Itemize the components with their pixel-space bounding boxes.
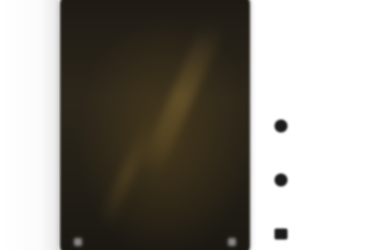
video-player[interactable] (60, 0, 250, 250)
like-button[interactable] (268, 118, 294, 140)
heart-icon (274, 119, 288, 133)
action-bar (268, 112, 294, 250)
share-button[interactable] (268, 226, 294, 248)
page (0, 0, 390, 250)
mute-icon[interactable] (74, 238, 82, 246)
comment-button[interactable] (268, 172, 294, 194)
page-margin (0, 0, 58, 250)
fullscreen-icon[interactable] (228, 238, 236, 246)
light-streak (136, 16, 226, 182)
share-icon (274, 228, 288, 240)
comment-icon (274, 173, 288, 187)
